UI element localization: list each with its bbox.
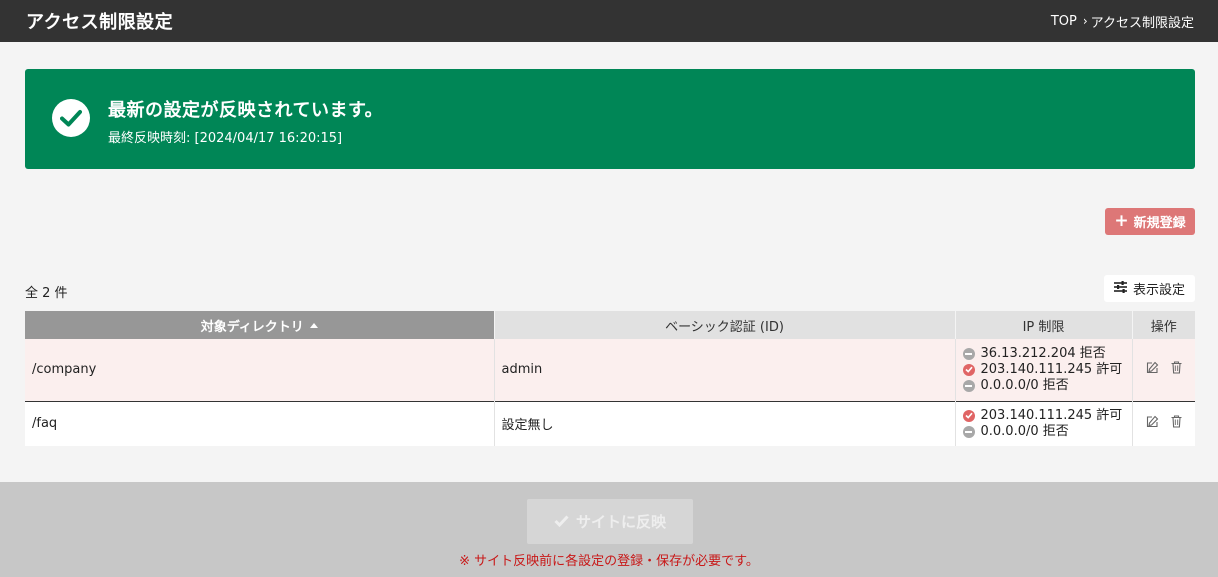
- table-header-row: 対象ディレクトリ ベーシック認証 (ID) IP 制限 操作: [25, 311, 1195, 339]
- status-message: 最新の設定が反映されています。: [108, 100, 384, 121]
- basic-auth-cell: 設定無し: [494, 401, 956, 446]
- ip-rule: 203.140.111.245 許可: [962, 408, 1125, 424]
- new-registration-label: 新規登録: [1133, 216, 1186, 231]
- table-row[interactable]: /company admin 36.13.212.204 拒否 203.140.…: [25, 339, 1195, 401]
- reflect-to-site-label: サイトに反映: [575, 513, 666, 531]
- actions-cell: [1132, 339, 1195, 401]
- warning-note: ※ サイト反映前に各設定の登録・保存が必要です。: [459, 554, 759, 569]
- ip-restriction-cell: 203.140.111.245 許可 0.0.0.0/0 拒否: [955, 401, 1133, 446]
- breadcrumb-separator: ›: [1082, 14, 1088, 28]
- deny-icon: [962, 379, 975, 392]
- check-circle-icon: [52, 99, 90, 137]
- access-rules-table: 対象ディレクトリ ベーシック認証 (ID) IP 制限 操作 /company …: [25, 311, 1195, 446]
- directory-cell: /company: [25, 339, 495, 401]
- display-settings-button[interactable]: 表示設定: [1104, 275, 1195, 302]
- ip-rule: 36.13.212.204 拒否: [962, 346, 1125, 362]
- record-count: 全 2 件: [25, 286, 68, 301]
- allow-check-icon: [962, 363, 975, 376]
- directory-cell: /faq: [25, 401, 495, 446]
- breadcrumb-current: アクセス制限設定: [1090, 15, 1194, 31]
- edit-icon[interactable]: [1146, 415, 1159, 432]
- edit-icon[interactable]: [1146, 361, 1159, 378]
- status-banner: 最新の設定が反映されています。 最終反映時刻: [2024/04/17 16:2…: [25, 69, 1195, 169]
- breadcrumb: TOP › アクセス制限設定: [1051, 12, 1194, 31]
- column-header-basic-auth[interactable]: ベーシック認証 (ID): [494, 311, 956, 339]
- breadcrumb-top-link[interactable]: TOP: [1051, 14, 1077, 29]
- ip-rule: 203.140.111.245 許可: [962, 362, 1125, 378]
- reflect-to-site-button[interactable]: サイトに反映: [527, 499, 693, 544]
- page-title: アクセス制限設定: [26, 12, 174, 33]
- basic-auth-cell: admin: [494, 339, 956, 401]
- trash-icon[interactable]: [1171, 415, 1182, 432]
- column-header-actions: 操作: [1132, 311, 1195, 339]
- ip-rule: 0.0.0.0/0 拒否: [962, 424, 1125, 440]
- allow-check-icon: [962, 409, 975, 422]
- display-settings-label: 表示設定: [1132, 283, 1185, 298]
- trash-icon[interactable]: [1171, 361, 1182, 378]
- plus-icon: +: [1114, 211, 1129, 231]
- deny-icon: [962, 347, 975, 360]
- footer-bar: サイトに反映 ※ サイト反映前に各設定の登録・保存が必要です。: [0, 482, 1218, 577]
- ip-restriction-cell: 36.13.212.204 拒否 203.140.111.245 許可 0.0.…: [955, 339, 1133, 401]
- deny-icon: [962, 425, 975, 438]
- sort-ascending-icon: [309, 322, 318, 328]
- table-row[interactable]: /faq 設定無し 203.140.111.245 許可 0.0.0.0/0 拒…: [25, 401, 1195, 446]
- column-header-ip-restriction[interactable]: IP 制限: [955, 311, 1133, 339]
- sliders-icon: [1113, 280, 1127, 297]
- top-bar: アクセス制限設定 TOP › アクセス制限設定: [0, 0, 1218, 42]
- actions-cell: [1132, 401, 1195, 446]
- ip-rule: 0.0.0.0/0 拒否: [962, 378, 1125, 394]
- new-registration-button[interactable]: + 新規登録: [1105, 208, 1195, 235]
- checkmark-icon: [554, 513, 569, 531]
- last-applied-time: 最終反映時刻: [2024/04/17 16:20:15]: [108, 131, 343, 146]
- column-header-directory[interactable]: 対象ディレクトリ: [25, 311, 495, 339]
